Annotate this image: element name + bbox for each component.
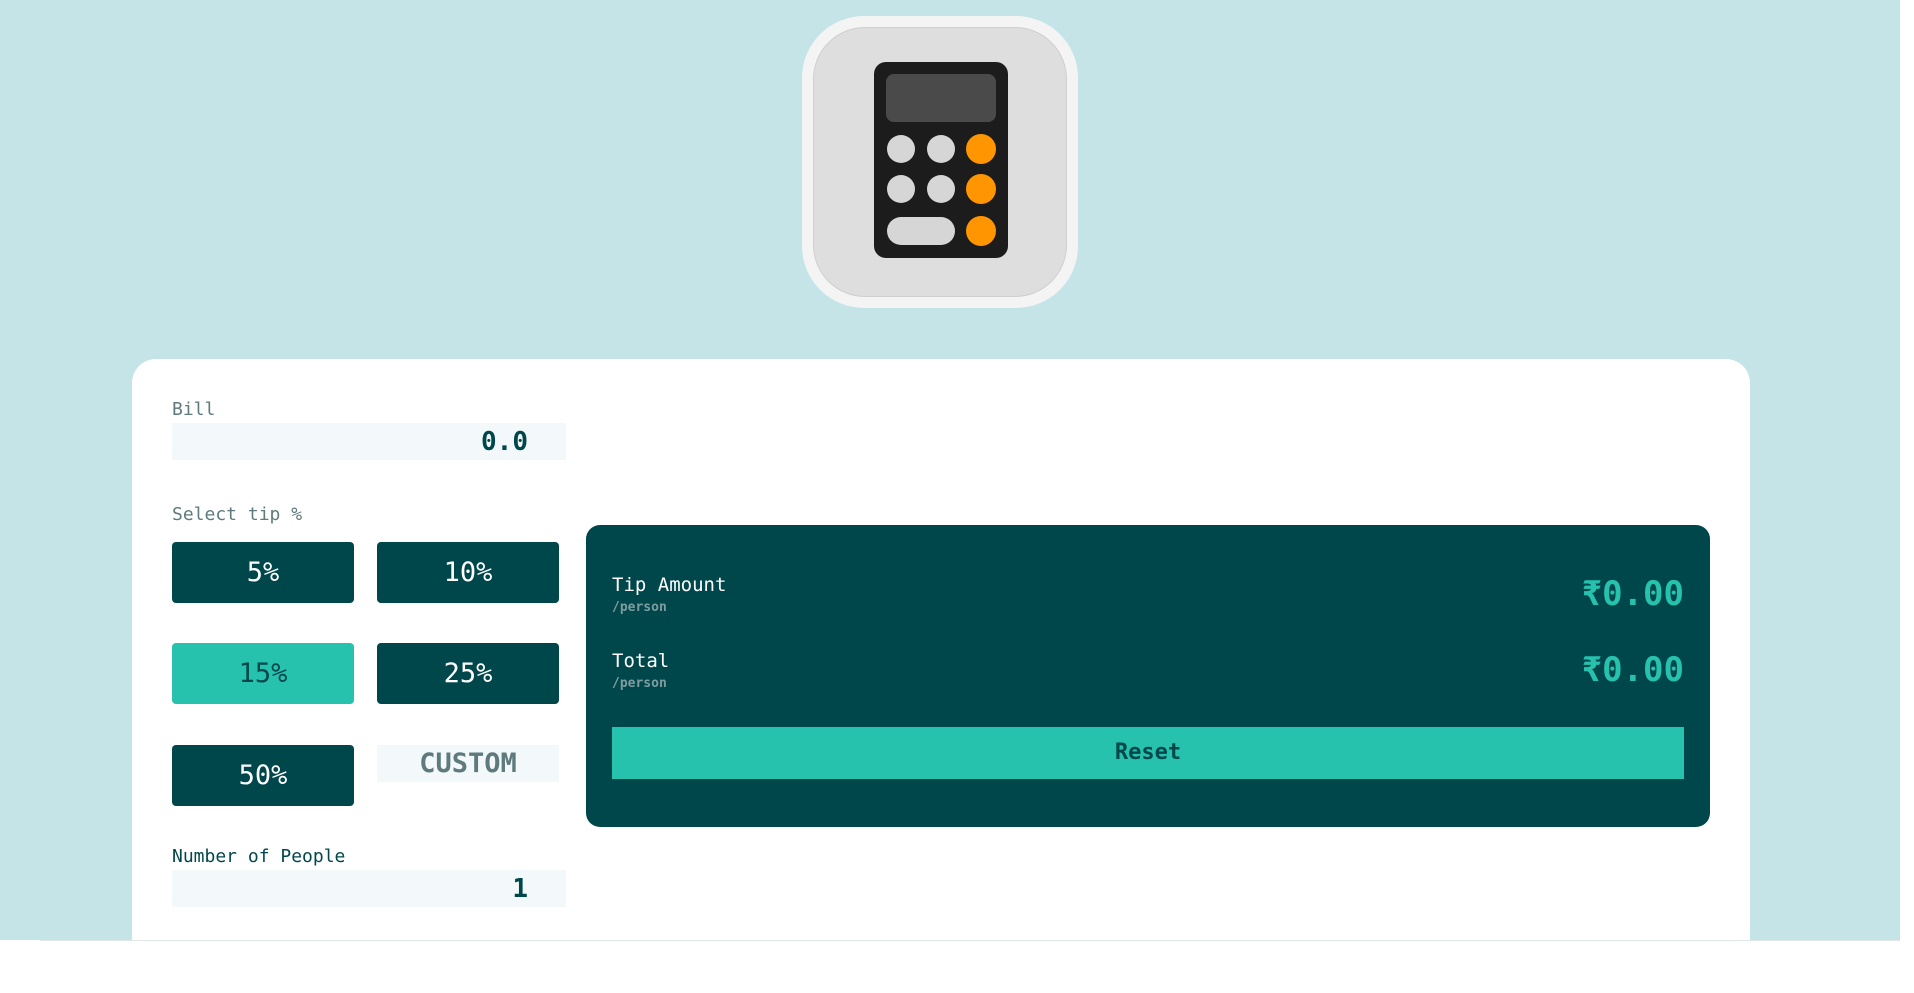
app-logo-tile xyxy=(813,27,1067,297)
custom-tip-input[interactable]: CUSTOM xyxy=(377,745,559,782)
tip-15-button[interactable]: 15% xyxy=(172,643,354,704)
total-value: ₹0.00 xyxy=(1581,650,1684,690)
total-title: Total xyxy=(612,650,670,672)
tip-amount-title: Tip Amount xyxy=(612,574,727,596)
people-label: Number of People xyxy=(172,846,346,867)
select-tip-label: Select tip % xyxy=(172,504,303,525)
calculator-icon xyxy=(874,62,1008,258)
reset-button[interactable]: Reset xyxy=(612,727,1684,779)
tip-50-button[interactable]: 50% xyxy=(172,745,354,806)
bill-label: Bill xyxy=(172,399,216,420)
app-logo xyxy=(802,16,1078,308)
bill-input[interactable]: 0.0 xyxy=(172,423,566,460)
results-panel: Tip Amount /person ₹0.00 Total /person ₹… xyxy=(586,525,1710,827)
people-input[interactable]: 1 xyxy=(172,870,566,907)
tip-5-button[interactable]: 5% xyxy=(172,542,354,603)
tip-amount-per-person: /person xyxy=(612,600,667,615)
tip-10-button[interactable]: 10% xyxy=(377,542,559,603)
tip-25-button[interactable]: 25% xyxy=(377,643,559,704)
tip-amount-value: ₹0.00 xyxy=(1581,574,1684,614)
total-per-person: /person xyxy=(612,676,667,691)
page-divider xyxy=(40,940,1900,941)
